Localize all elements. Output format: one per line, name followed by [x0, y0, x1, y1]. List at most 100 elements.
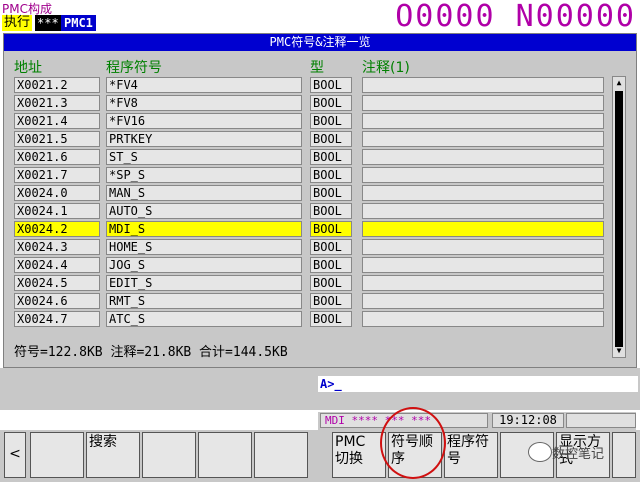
type-cell: BOOL [310, 203, 352, 219]
softkey-program-symbol[interactable]: 程序符号 [444, 432, 498, 478]
address-cell: X0021.7 [14, 167, 100, 183]
address-cell: X0024.3 [14, 239, 100, 255]
softkey-left-arrow[interactable]: < [4, 432, 26, 478]
type-cell: BOOL [310, 185, 352, 201]
type-cell: BOOL [310, 221, 352, 237]
type-cell: BOOL [310, 311, 352, 327]
symbol-cell: ST_S [106, 149, 302, 165]
table-row[interactable]: X0024.7 ATC_S BOOL [4, 310, 636, 328]
column-header-address: 地址 [14, 60, 42, 76]
address-cell: X0021.6 [14, 149, 100, 165]
symbol-cell: RMT_S [106, 293, 302, 309]
symbol-cell: MAN_S [106, 185, 302, 201]
table-row[interactable]: X0021.2 *FV4 BOOL [4, 76, 636, 94]
mode-indicator: MDI **** *** *** [320, 413, 488, 428]
scroll-down-icon[interactable]: ▼ [613, 345, 625, 357]
type-cell: BOOL [310, 149, 352, 165]
symbol-cell: *SP_S [106, 167, 302, 183]
symbol-cell: ATC_S [106, 311, 302, 327]
comment-cell [362, 221, 604, 237]
comment-cell [362, 203, 604, 219]
softkey-search[interactable]: 搜索 [86, 432, 140, 478]
softkey-symbol-order[interactable]: 符号顺序 [388, 432, 442, 478]
wechat-icon [528, 442, 552, 462]
address-cell: X0024.7 [14, 311, 100, 327]
status-blank [566, 413, 636, 428]
column-header-symbol: 程序符号 [106, 60, 162, 76]
type-cell: BOOL [310, 131, 352, 147]
softkey-blank-2[interactable] [142, 432, 196, 478]
table-row[interactable]: X0021.4 *FV16 BOOL [4, 112, 636, 130]
address-cell: X0021.2 [14, 77, 100, 93]
type-cell: BOOL [310, 239, 352, 255]
type-cell: BOOL [310, 293, 352, 309]
top-bar: PMC构成 执行 *** PMC1 O0000 N00000 [0, 0, 640, 33]
address-cell: X0024.6 [14, 293, 100, 309]
symbol-cell: EDIT_S [106, 275, 302, 291]
comment-cell [362, 113, 604, 129]
symbol-cell: *FV4 [106, 77, 302, 93]
address-cell: X0024.5 [14, 275, 100, 291]
table-row[interactable]: X0021.5 PRTKEY BOOL [4, 130, 636, 148]
address-cell: X0024.1 [14, 203, 100, 219]
panel-title: PMC符号&注释一览 [4, 34, 636, 51]
comment-cell [362, 167, 604, 183]
comment-cell [362, 257, 604, 273]
scrollbar[interactable]: ▲ ▼ [612, 76, 626, 358]
comment-cell [362, 239, 604, 255]
size-summary: 符号=122.8KB 注释=21.8KB 合计=144.5KB [14, 345, 288, 360]
table-row[interactable]: X0021.6 ST_S BOOL [4, 148, 636, 166]
type-cell: BOOL [310, 77, 352, 93]
address-cell: X0021.3 [14, 95, 100, 111]
program-number: O0000 N00000 [395, 0, 636, 34]
comment-cell [362, 131, 604, 147]
address-cell: X0024.2 [14, 221, 100, 237]
symbol-comment-panel: PMC符号&注释一览 地址 程序符号 型 注释(1) X0021.2 *FV4 BO… [3, 33, 637, 368]
symbol-cell: *FV16 [106, 113, 302, 129]
symbol-cell: *FV8 [106, 95, 302, 111]
watermark-text: 数控笔记 [552, 447, 605, 462]
softkey-right-blank[interactable] [612, 432, 636, 478]
scroll-up-icon[interactable]: ▲ [613, 77, 625, 89]
pmc-path-badge: PMC1 [61, 15, 96, 31]
table-row[interactable]: X0021.7 *SP_S BOOL [4, 166, 636, 184]
exec-status: *** [35, 15, 61, 31]
column-header-comment: 注释(1) [362, 60, 410, 76]
comment-cell [362, 185, 604, 201]
symbol-cell: AUTO_S [106, 203, 302, 219]
table-row[interactable]: X0024.0 MAN_S BOOL [4, 184, 636, 202]
address-cell: X0024.4 [14, 257, 100, 273]
address-cell: X0024.0 [14, 185, 100, 201]
table-row[interactable]: X0024.5 EDIT_S BOOL [4, 274, 636, 292]
comment-cell [362, 275, 604, 291]
type-cell: BOOL [310, 113, 352, 129]
address-cell: X0021.5 [14, 131, 100, 147]
softkey-blank-3[interactable] [198, 432, 252, 478]
comment-cell [362, 293, 604, 309]
exec-label: 执行 [2, 15, 33, 31]
symbol-cell: MDI_S [106, 221, 302, 237]
table-row[interactable]: X0024.1 AUTO_S BOOL [4, 202, 636, 220]
comment-cell [362, 95, 604, 111]
symbol-cell: JOG_S [106, 257, 302, 273]
softkey-pmc-switch[interactable]: PMC 切换 [332, 432, 386, 478]
table-row[interactable]: X0024.6 RMT_S BOOL [4, 292, 636, 310]
type-cell: BOOL [310, 95, 352, 111]
key-input-buffer[interactable]: A>_ [318, 376, 638, 392]
type-cell: BOOL [310, 275, 352, 291]
column-header-type: 型 [310, 60, 324, 76]
table-row[interactable]: X0024.2 MDI_S BOOL [4, 220, 636, 238]
type-cell: BOOL [310, 257, 352, 273]
table-row[interactable]: X0024.4 JOG_S BOOL [4, 256, 636, 274]
type-cell: BOOL [310, 167, 352, 183]
softkey-blank-4[interactable] [254, 432, 308, 478]
softkey-blank-1[interactable] [30, 432, 84, 478]
symbol-cell: PRTKEY [106, 131, 302, 147]
symbol-cell: HOME_S [106, 239, 302, 255]
table-row[interactable]: X0024.3 HOME_S BOOL [4, 238, 636, 256]
comment-cell [362, 311, 604, 327]
address-cell: X0021.4 [14, 113, 100, 129]
table-row[interactable]: X0021.3 *FV8 BOOL [4, 94, 636, 112]
clock: 19:12:08 [492, 413, 564, 428]
scroll-thumb[interactable] [615, 91, 623, 347]
